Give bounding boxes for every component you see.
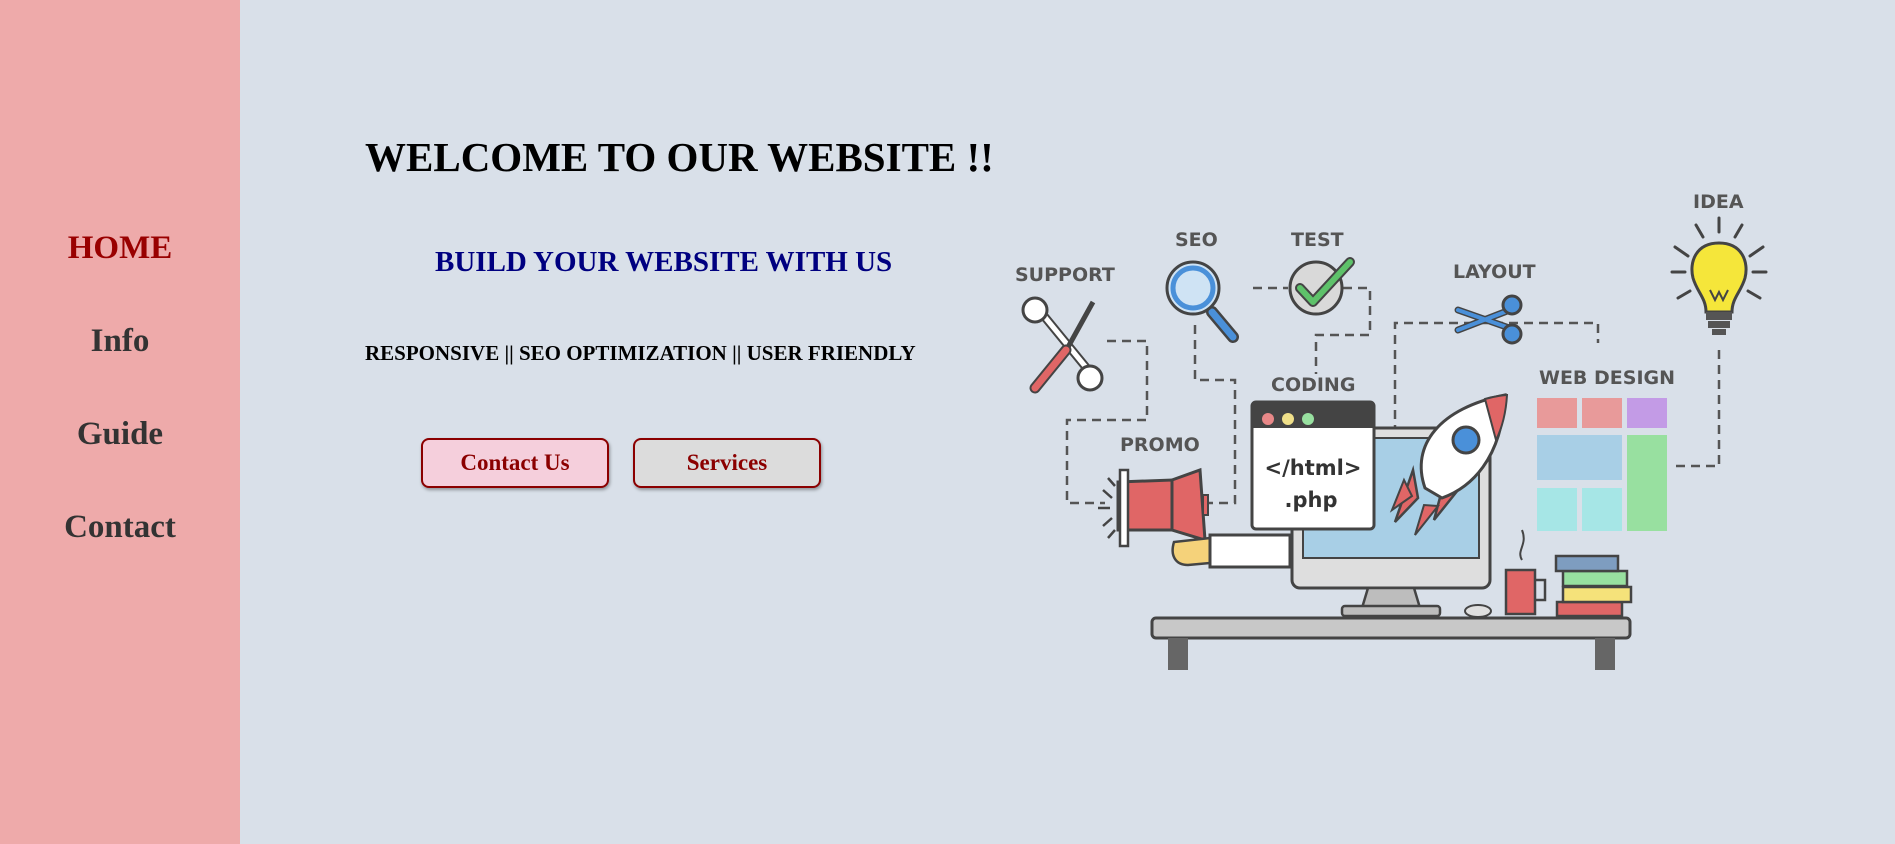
browser-window-icon: </html> .php	[1250, 400, 1376, 531]
web-development-illustration: </html> .php SUPPORT SEO TEST LAYOUT IDE…	[1015, 191, 1768, 670]
services-button[interactable]: Services	[633, 438, 821, 488]
layout-grid-icon	[1537, 398, 1667, 531]
desk-icon	[1150, 616, 1632, 670]
support-label: SUPPORT	[1015, 264, 1115, 286]
web-design-label: WEB DESIGN	[1539, 367, 1675, 389]
feature-list: RESPONSIVE || SEO OPTIMIZATION || USER F…	[365, 341, 916, 365]
scissors-icon	[1454, 294, 1523, 345]
seo-label: SEO	[1175, 229, 1218, 251]
books-icon	[1554, 554, 1633, 618]
magnifier-icon	[1165, 260, 1239, 343]
lightbulb-icon	[1670, 216, 1768, 335]
tools-icon	[1021, 296, 1104, 394]
nav-item-info[interactable]: Info	[0, 321, 240, 361]
page-title: WELCOME TO OUR WEBSITE !!	[365, 134, 994, 180]
layout-label: LAYOUT	[1453, 261, 1536, 283]
checkmark-icon	[1288, 257, 1355, 316]
coding-label: CODING	[1271, 374, 1355, 396]
code-line-php: .php	[1285, 488, 1338, 512]
code-line-html: </html>	[1265, 456, 1362, 480]
hero-subtitle: BUILD YOUR WEBSITE WITH US	[435, 246, 893, 278]
nav-item-guide[interactable]: Guide	[0, 414, 240, 454]
contact-us-button[interactable]: Contact Us	[421, 438, 609, 488]
nav-item-home[interactable]: HOME	[0, 228, 240, 268]
nav-item-contact[interactable]: Contact	[0, 507, 240, 547]
test-label: TEST	[1291, 229, 1344, 251]
mug-icon	[1504, 529, 1547, 616]
promo-label: PROMO	[1120, 434, 1200, 456]
sidebar: HOME Info Guide Contact	[0, 0, 240, 844]
idea-label: IDEA	[1693, 191, 1744, 213]
